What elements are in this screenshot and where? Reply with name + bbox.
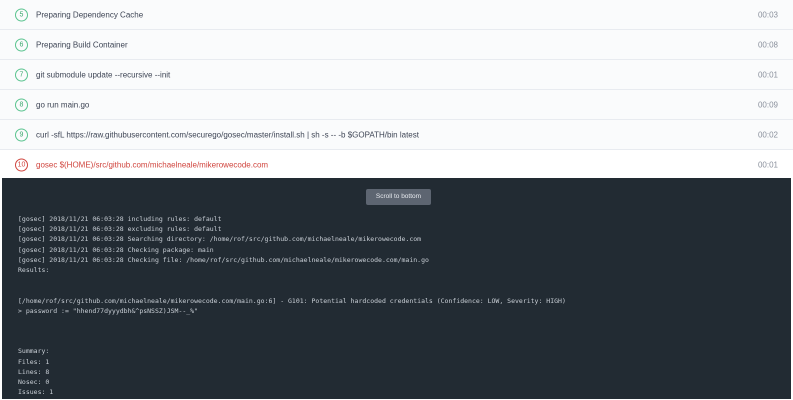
console-log-line: > password := "hhend77dyyydbh&^psNSSZ)JS… — [18, 306, 199, 315]
console-log-line: Nosec: 0 — [18, 378, 50, 386]
console-log-line: [gosec] 2018/11/21 06:03:28 Searching di… — [18, 235, 422, 244]
console-output-panel: Scroll to bottom [gosec] 2018/11/21 06:0… — [2, 178, 791, 399]
console-log-line: Files: 1 — [18, 357, 50, 366]
build-step[interactable]: 5 Preparing Dependency Cache 00:03 — [0, 0, 793, 30]
console-log-line — [18, 326, 775, 336]
console-log-line: [gosec] 2018/11/21 06:03:28 including ru… — [18, 215, 222, 223]
console-log-line: [/home/rof/src/github.com/michaelneale/m… — [18, 296, 566, 305]
console-log-line — [18, 336, 775, 346]
console-log-line — [18, 275, 775, 285]
console-log-line: [gosec] 2018/11/21 06:03:28 excluding ru… — [18, 225, 222, 234]
step-duration: 00:01 — [757, 70, 778, 79]
step-duration: 00:03 — [757, 10, 778, 19]
build-step[interactable]: 6 Preparing Build Container 00:08 — [0, 30, 793, 60]
console-log-line: [gosec] 2018/11/21 06:03:28 Checking pac… — [18, 245, 214, 254]
step-duration: 00:01 — [757, 160, 778, 170]
step-command-label: go run main.go — [36, 100, 90, 109]
console-log-line: [gosec] 2018/11/21 06:03:28 Checking fil… — [18, 255, 429, 264]
step-number-badge: 7 — [15, 68, 28, 81]
console-log-line: Results: — [18, 265, 50, 274]
step-command-label: Preparing Dependency Cache — [36, 10, 144, 19]
console-log-line: Lines: 8 — [18, 367, 50, 376]
step-command-label: curl -sfL https://raw.githubusercontent.… — [36, 130, 419, 139]
step-number-badge: 5 — [15, 8, 28, 21]
step-duration: 00:02 — [757, 130, 778, 139]
build-step-failed[interactable]: 10 gosec $(HOME)/src/github.com/michaeln… — [0, 150, 793, 180]
step-command-label: gosec $(HOME)/src/github.com/michaelneal… — [36, 160, 269, 170]
console-log-line: Summary: — [18, 347, 50, 356]
step-duration: 00:08 — [757, 40, 778, 49]
build-step[interactable]: 8 go run main.go 00:09 — [0, 90, 793, 120]
console-log-line — [18, 316, 775, 326]
console-log: [gosec] 2018/11/21 06:03:28 including ru… — [18, 214, 775, 397]
build-steps-list: 5 Preparing Dependency Cache 00:03 6 Pre… — [0, 0, 793, 180]
build-step[interactable]: 9 curl -sfL https://raw.githubuserconten… — [0, 120, 793, 150]
step-command-label: Preparing Build Container — [36, 40, 128, 49]
step-duration: 00:09 — [757, 100, 778, 109]
step-number-badge: 9 — [15, 128, 28, 141]
step-command-label: git submodule update --recursive --init — [36, 70, 171, 79]
step-number-badge: 10 — [15, 158, 28, 172]
console-log-line — [18, 285, 775, 295]
step-number-badge: 6 — [15, 38, 28, 51]
step-number-badge: 8 — [15, 98, 28, 111]
scroll-to-bottom-button[interactable]: Scroll to bottom — [366, 189, 431, 205]
console-log-line: Issues: 1 — [18, 388, 54, 397]
build-step[interactable]: 7 git submodule update --recursive --ini… — [0, 60, 793, 90]
